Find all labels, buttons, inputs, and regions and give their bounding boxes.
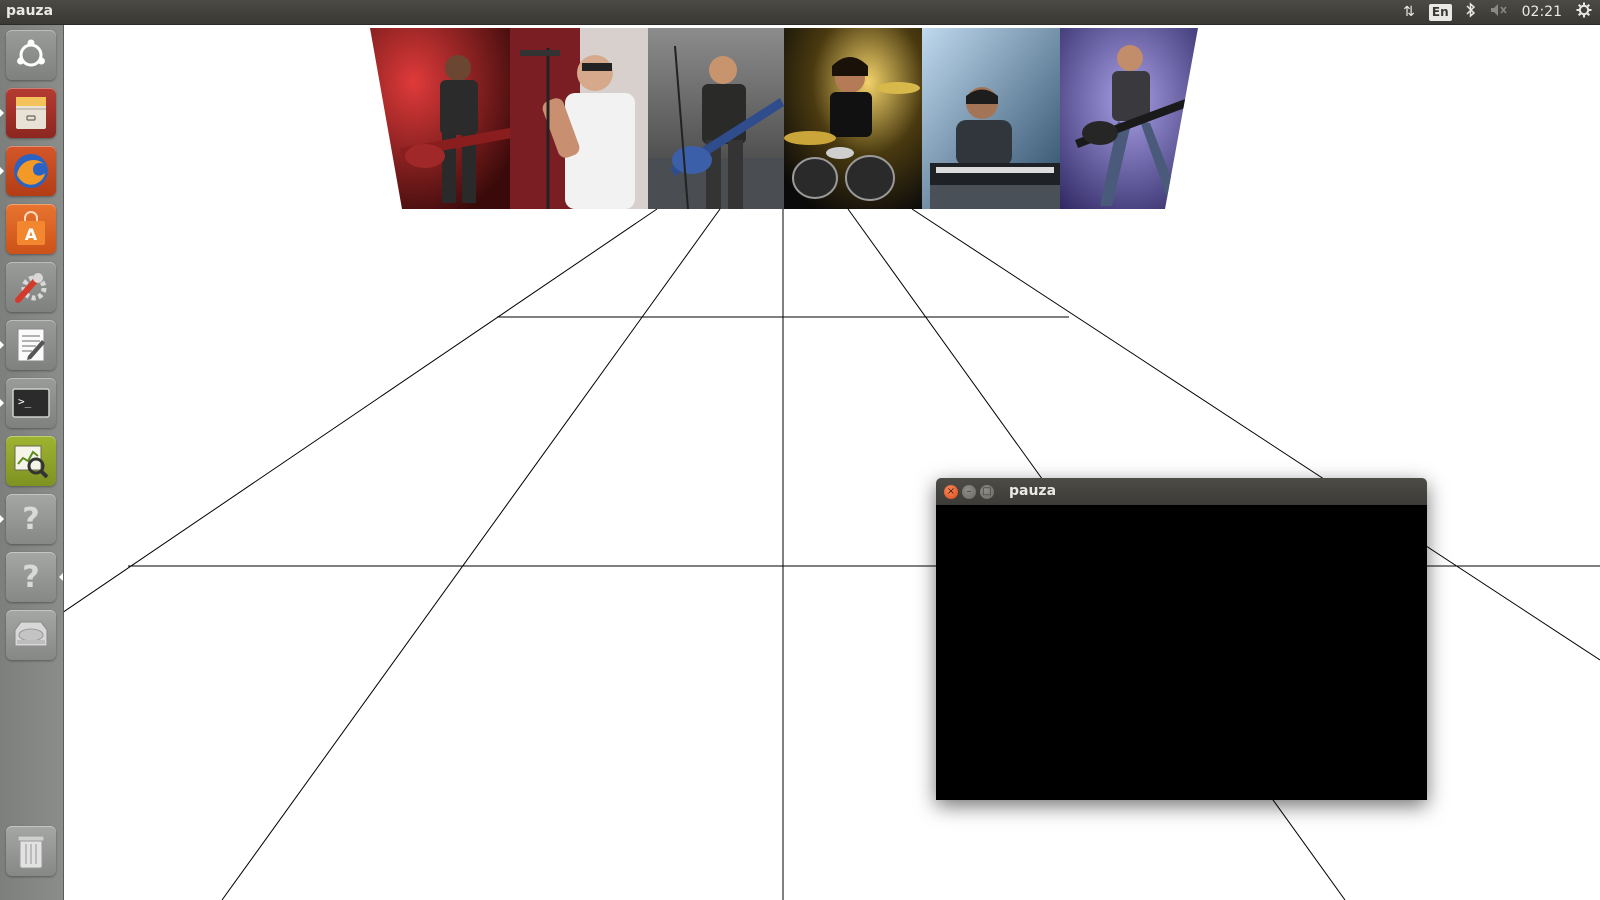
window-titlebar[interactable]: × – □ pauza — [936, 478, 1427, 505]
indicator-area: ⇅ En 02:21 — [1403, 0, 1592, 24]
close-button[interactable]: × — [944, 485, 958, 499]
gear-icon[interactable] — [1576, 2, 1592, 22]
language-indicator[interactable]: En — [1428, 3, 1452, 21]
help-glyph: ? — [22, 501, 40, 537]
ubuntu-logo-icon[interactable] — [6, 30, 56, 80]
terminal-icon[interactable]: >_ — [6, 378, 56, 428]
photo-panel-guitarist — [370, 28, 515, 209]
app-window-pauza[interactable]: × – □ pauza — [936, 478, 1427, 800]
svg-text:A: A — [25, 225, 38, 244]
photo-panel-vocalist — [510, 28, 650, 209]
photo-panel-bassist — [1060, 28, 1198, 209]
question-mark-icon[interactable]: ? — [6, 494, 56, 544]
volume-muted-icon[interactable] — [1490, 3, 1508, 21]
launcher: A >_ ? ? — [0, 24, 64, 900]
maximize-button[interactable]: □ — [980, 485, 994, 499]
active-app-title: pauza — [6, 3, 54, 19]
transfer-arrows-icon[interactable]: ⇅ — [1403, 4, 1415, 20]
minimize-button[interactable]: – — [962, 485, 976, 499]
text-editor-icon[interactable] — [6, 320, 56, 370]
desktop: pauza ⇅ En 02:21 A >_ ? ? × – □ pauza — [0, 0, 1600, 900]
firefox-icon[interactable] — [6, 146, 56, 196]
photo-panel-drummer — [784, 28, 924, 209]
file-cabinet-icon[interactable] — [6, 88, 56, 138]
question-mark-icon[interactable]: ? — [6, 552, 56, 602]
window-title: pauza — [1009, 483, 1057, 499]
magnifier-chart-icon[interactable] — [6, 436, 56, 486]
trash-icon[interactable] — [6, 826, 56, 876]
shopping-bag-icon[interactable]: A — [6, 204, 56, 254]
wrench-gear-icon[interactable] — [6, 262, 56, 312]
photo-billboard — [370, 28, 1198, 209]
help-glyph: ? — [22, 559, 40, 595]
hard-drive-icon[interactable] — [6, 610, 56, 660]
photo-panel-guitarist-blue — [648, 28, 786, 209]
clock[interactable]: 02:21 — [1522, 4, 1562, 20]
window-content-black[interactable] — [936, 505, 1427, 800]
photo-panel-keyboardist — [922, 28, 1062, 209]
terminal-prompt-text: >_ — [18, 395, 32, 408]
top-panel: pauza ⇅ En 02:21 — [0, 0, 1600, 24]
bluetooth-icon[interactable] — [1466, 2, 1476, 22]
